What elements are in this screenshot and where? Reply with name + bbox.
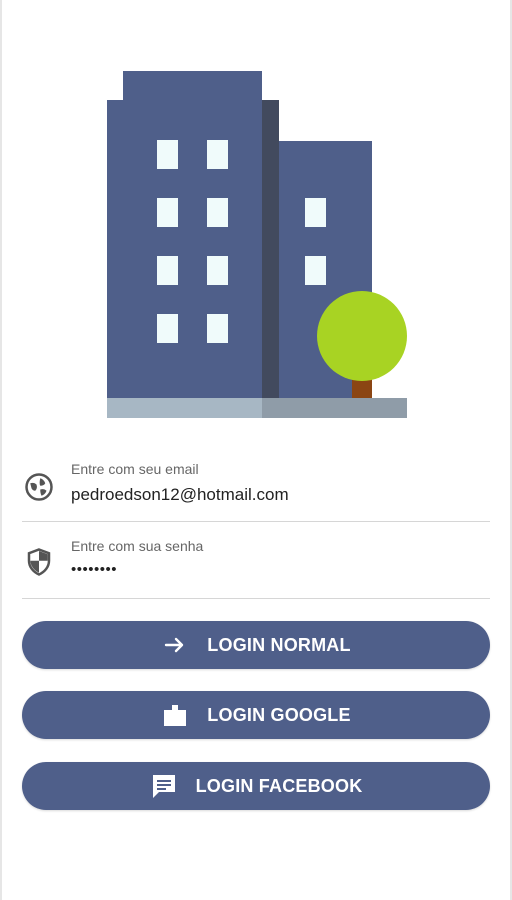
password-input[interactable]: •••••••• — [71, 561, 117, 578]
globe-icon — [25, 473, 53, 501]
login-normal-label: LOGIN NORMAL — [207, 634, 351, 655]
login-google-label: LOGIN GOOGLE — [207, 704, 351, 725]
tower-shadow-strip — [262, 100, 279, 398]
login-normal-button[interactable]: LOGIN NORMAL — [22, 621, 490, 669]
email-label: Entre com seu email — [71, 461, 199, 477]
email-input[interactable]: pedroedson12@hotmail.com — [71, 485, 289, 505]
arrow-right-icon — [161, 631, 189, 659]
email-field[interactable]: Entre com seu email pedroedson12@hotmail… — [22, 458, 490, 534]
folder-icon — [161, 701, 189, 729]
main-tower-top — [123, 71, 262, 101]
ground-left — [107, 398, 262, 418]
login-facebook-label: LOGIN FACEBOOK — [195, 775, 363, 796]
password-underline — [22, 598, 490, 599]
login-google-button[interactable]: LOGIN GOOGLE — [22, 691, 490, 739]
ground-right — [262, 398, 407, 418]
main-tower — [107, 100, 262, 398]
building-illustration — [107, 71, 407, 418]
login-facebook-button[interactable]: LOGIN FACEBOOK — [22, 762, 490, 810]
shield-icon — [27, 548, 51, 576]
password-label: Entre com sua senha — [71, 538, 204, 554]
email-underline — [22, 521, 490, 522]
password-field[interactable]: Entre com sua senha •••••••• — [22, 535, 490, 611]
tree-canopy — [317, 291, 407, 381]
message-icon — [150, 772, 178, 800]
